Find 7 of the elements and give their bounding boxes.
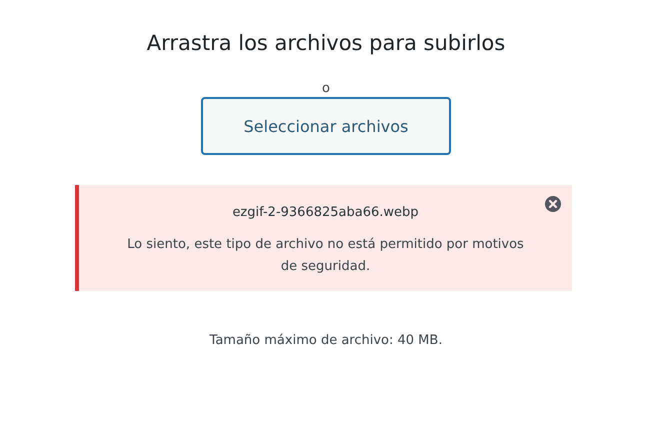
select-files-button[interactable]: Seleccionar archivos [201, 97, 451, 155]
close-icon[interactable] [545, 196, 561, 212]
max-size-text: Tamaño máximo de archivo: 40 MB. [210, 333, 442, 348]
error-message: Lo siento, este tipo de archivo no está permitido por motivos de seguridad. [126, 236, 525, 276]
file-name: ezgif-2-9366825aba66.webp [232, 204, 419, 222]
upload-title: Arrastra los archivos para subirlos [146, 30, 506, 57]
separator-text: o [322, 81, 330, 97]
